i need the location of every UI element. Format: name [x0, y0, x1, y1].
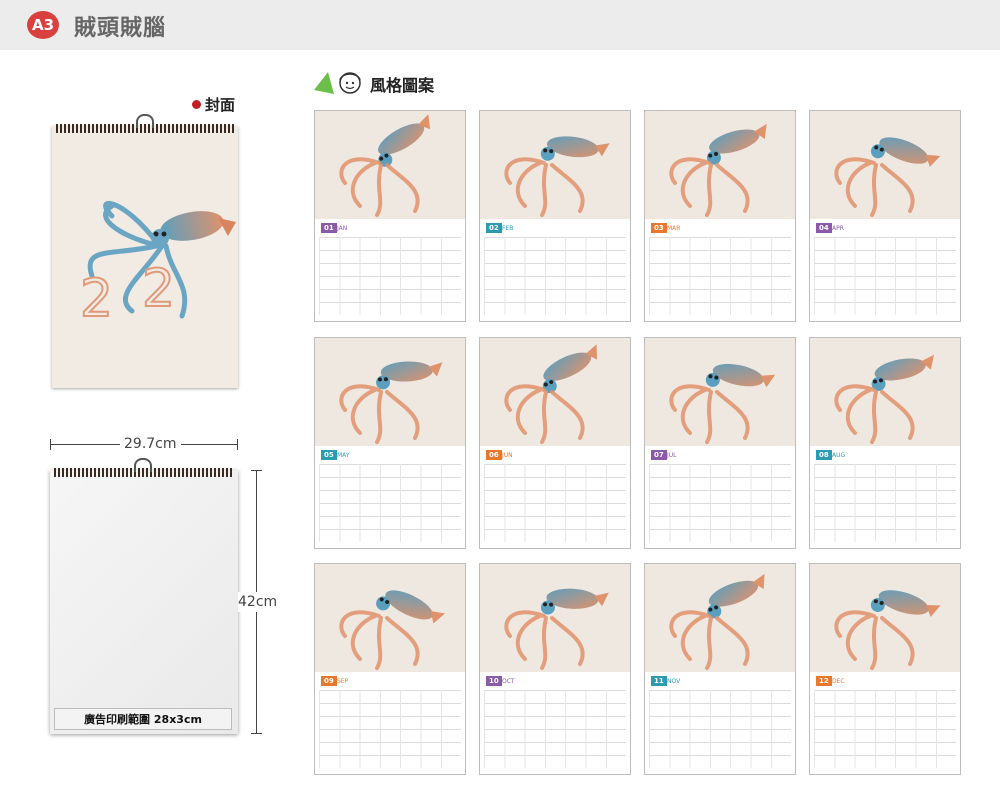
squid-illustration: [810, 111, 960, 219]
blank-calendar-template: 廣告印刷範圍 28x3cm: [50, 458, 238, 734]
cover-calendar-image[interactable]: 2 2: [52, 114, 238, 388]
month-abbr: OCT: [502, 678, 515, 685]
month-card[interactable]: 11 NOV: [644, 563, 796, 775]
calendar-grid-columns: [814, 690, 956, 768]
svg-text:2: 2: [142, 259, 175, 319]
calendar-grid-columns: [319, 237, 461, 315]
calendar-grid-columns: [649, 237, 791, 315]
cover-label: 封面: [205, 96, 236, 114]
squid-illustration: [480, 564, 630, 672]
calendar-grid: 06 JUN: [484, 450, 626, 544]
calendar-grid: 09 SEP: [319, 676, 461, 770]
month-card[interactable]: 07 JUL: [644, 337, 796, 549]
calendar-grid: 01 JAN: [319, 223, 461, 317]
squid-illustration: [645, 338, 795, 446]
svg-text:2: 2: [80, 269, 113, 329]
month-card[interactable]: 08 AUG: [809, 337, 961, 549]
calendar-grid-columns: [814, 237, 956, 315]
calendar-grid-columns: [649, 464, 791, 542]
squid-illustration: [480, 111, 630, 219]
squid-illustration: [810, 564, 960, 672]
month-card[interactable]: 10 OCT: [479, 563, 631, 775]
month-number-badge: 03: [651, 223, 667, 233]
calendar-grid: 12 DEC: [814, 676, 956, 770]
calendar-grid-columns: [484, 464, 626, 542]
month-abbr: SEP: [337, 678, 349, 685]
month-card[interactable]: 09 SEP: [314, 563, 466, 775]
month-abbr: JUL: [667, 452, 677, 459]
calendar-grid: 02 FEB: [484, 223, 626, 317]
month-number-badge: 10: [486, 676, 502, 686]
month-card[interactable]: 05 MAY: [314, 337, 466, 549]
style-title-group: 風格圖案: [312, 70, 434, 98]
month-abbr: AUG: [832, 452, 846, 459]
month-number-badge: 08: [816, 450, 832, 460]
calendar-grid: 07 JUL: [649, 450, 791, 544]
width-tick-left: [50, 439, 51, 450]
month-abbr: MAR: [667, 225, 681, 232]
red-dot-icon: [192, 100, 201, 109]
month-number-badge: 04: [816, 223, 832, 233]
squid-illustration: [315, 111, 465, 219]
squid-illustration: [810, 338, 960, 446]
height-tick-bottom: [251, 733, 262, 734]
calendar-grid-columns: [814, 464, 956, 542]
month-number-badge: 02: [486, 223, 502, 233]
month-abbr: MAY: [337, 452, 350, 459]
calendar-grid-columns: [319, 464, 461, 542]
green-triangle-face-icon: [314, 72, 361, 94]
height-label: 42cm: [238, 592, 278, 612]
calendar-grid: 10 OCT: [484, 676, 626, 770]
month-number-badge: 07: [651, 450, 667, 460]
squid-illustration: [645, 564, 795, 672]
month-card[interactable]: 12 DEC: [809, 563, 961, 775]
calendar-grid: 11 NOV: [649, 676, 791, 770]
month-card[interactable]: 03 MAR: [644, 110, 796, 322]
calendar-grid: 04 APR: [814, 223, 956, 317]
width-tick-right: [237, 439, 238, 450]
cover-label-group: 封面: [192, 94, 235, 115]
month-card[interactable]: 04 APR: [809, 110, 961, 322]
style-title: 風格圖案: [370, 76, 435, 95]
hanger-icon: [134, 458, 152, 472]
month-card[interactable]: 02 FEB: [479, 110, 631, 322]
print-area-box: 廣告印刷範圍 28x3cm: [54, 708, 232, 730]
month-card[interactable]: 06 JUN: [479, 337, 631, 549]
squid-illustration: [645, 111, 795, 219]
header-bar: A3 賊頭賊腦: [0, 0, 1000, 50]
month-number-badge: 01: [321, 223, 337, 233]
height-tick-top: [251, 470, 262, 471]
calendar-grid-columns: [319, 690, 461, 768]
month-card[interactable]: 01 JAN: [314, 110, 466, 322]
month-number-badge: 09: [321, 676, 337, 686]
month-abbr: JUN: [502, 452, 513, 459]
calendar-grid-columns: [484, 690, 626, 768]
squid-illustration: [315, 338, 465, 446]
month-abbr: APR: [832, 225, 844, 232]
page-title: 賊頭賊腦: [74, 16, 167, 41]
squid-illustration: [315, 564, 465, 672]
month-number-badge: 06: [486, 450, 502, 460]
calendar-grid: 03 MAR: [649, 223, 791, 317]
squid-cover-illustration: 2 2: [79, 200, 236, 330]
month-abbr: DEC: [832, 678, 845, 685]
month-number-badge: 11: [651, 676, 667, 686]
calendar-grid: 08 AUG: [814, 450, 956, 544]
month-number-badge: 05: [321, 450, 337, 460]
calendar-grid: 05 MAY: [319, 450, 461, 544]
month-abbr: FEB: [502, 225, 514, 232]
size-badge: A3: [27, 11, 59, 39]
width-label: 29.7cm: [120, 436, 181, 452]
month-abbr: NOV: [667, 678, 681, 685]
calendar-grid-columns: [649, 690, 791, 768]
squid-illustration: [480, 338, 630, 446]
month-number-badge: 12: [816, 676, 832, 686]
calendar-grid-columns: [484, 237, 626, 315]
month-abbr: JAN: [337, 225, 348, 232]
